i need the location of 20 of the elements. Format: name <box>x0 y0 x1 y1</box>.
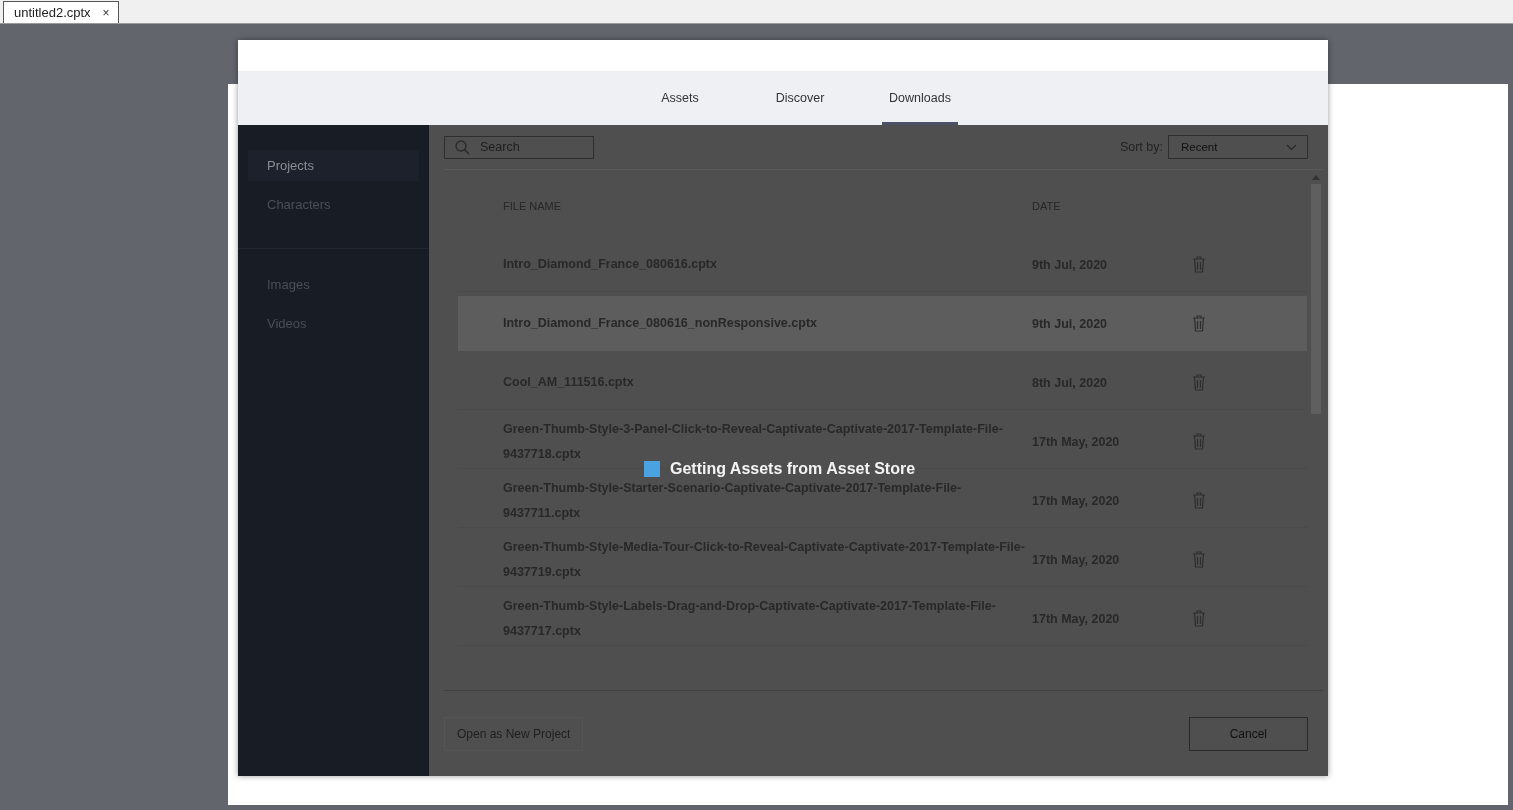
trash-icon[interactable] <box>1192 315 1206 332</box>
tab[interactable]: Discover <box>768 71 832 125</box>
trash-icon[interactable] <box>1192 492 1206 509</box>
loading-message: Getting Assets from Asset Store <box>670 460 916 478</box>
document-tab[interactable]: untitled2.cptx × <box>3 1 119 23</box>
trash-icon[interactable] <box>1192 610 1206 627</box>
trash-icon[interactable] <box>1192 256 1206 273</box>
tab[interactable]: Assets <box>654 71 706 125</box>
close-button[interactable]: × <box>102 5 110 20</box>
scroll-up-icon[interactable] <box>1312 175 1320 180</box>
cancel-button[interactable]: Cancel <box>1188 716 1308 751</box>
trash-icon[interactable] <box>1192 551 1206 568</box>
sidebar-item[interactable]: Projects <box>248 150 419 181</box>
search-icon <box>455 139 470 155</box>
loading-indicator <box>644 461 660 477</box>
trash-icon[interactable] <box>1192 374 1206 391</box>
sort-dropdown[interactable]: Recent <box>1168 135 1308 159</box>
tab-title: untitled2.cptx <box>14 5 91 20</box>
trash-icon[interactable] <box>1192 433 1206 450</box>
chevron-icon <box>1286 143 1297 151</box>
